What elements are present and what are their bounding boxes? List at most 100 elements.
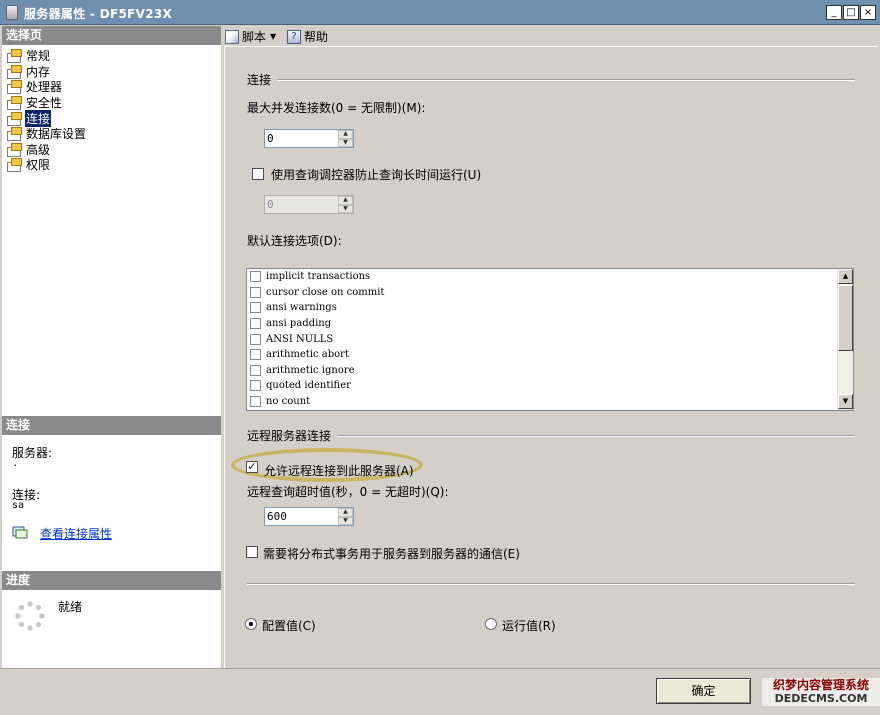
max-connections-value: 0 [267,132,274,145]
spin-down-icon[interactable]: ▼ [338,516,353,525]
allow-remote-label: 允许远程连接到此服务器(A) [264,464,414,478]
option-checkbox[interactable] [250,364,261,376]
spin-up-icon[interactable]: ▲ [338,130,353,139]
allow-remote-checkbox[interactable]: ✓ [246,461,258,473]
default-options-list[interactable]: implicit transactions cursor close on co… [246,268,854,411]
toolbar: 脚本 ▼ ? 帮助 [223,26,878,46]
server-properties-icon [6,5,18,20]
page-item-security[interactable]: 安全性 [6,95,221,111]
help-label: 帮助 [304,30,329,44]
dialog-footer: 确定 [0,668,880,715]
default-options-label: 默认连接选项(D): [247,234,342,248]
option-label: implicit transactions [266,271,371,283]
running-value-label: 运行值(R) [502,619,556,633]
page-item-connections[interactable]: 连接 [6,109,221,127]
maximize-button[interactable]: □ [843,5,859,20]
view-connection-properties-link[interactable]: 查看连接属性 [40,525,112,542]
window-title: 服务器属性 - DF5FV23X [24,7,173,21]
distributed-transactions-checkbox[interactable] [246,546,258,558]
page-item-label: 安全性 [26,96,63,111]
scroll-thumb[interactable] [838,285,853,351]
connection-header: 连接 [2,416,221,435]
spin-down-icon: ▼ [338,204,353,213]
ok-button[interactable]: 确定 [656,678,751,704]
query-governor-checkbox[interactable] [252,168,264,180]
option-checkbox[interactable] [250,396,261,408]
page-icon [6,96,22,111]
list-scrollbar[interactable]: ▲ ▼ [837,269,853,410]
option-label: ansi padding [266,318,332,330]
list-item[interactable]: no count [247,394,853,410]
list-item[interactable]: quoted identifier [247,378,853,394]
page-item-label: 内存 [26,64,51,79]
scroll-up-icon[interactable]: ▲ [838,269,853,284]
server-value: . [12,458,19,469]
watermark-line-2: DEDECMS.COM [774,692,868,705]
option-label: quoted identifier [266,380,351,392]
page-item-permissions[interactable]: 权限 [6,157,221,173]
page-item-label: 处理器 [26,80,63,95]
page-item-processors[interactable]: 处理器 [6,79,221,95]
section-divider [247,583,855,585]
page-item-general[interactable]: 常规 [6,48,221,64]
running-value-radio[interactable] [485,618,497,630]
option-checkbox[interactable] [250,271,261,283]
script-button[interactable]: 脚本 ▼ [225,28,276,45]
page-item-label: 常规 [26,49,51,64]
option-checkbox[interactable] [250,380,261,392]
connections-page: 连接 最大并发连接数(0 = 无限制)(M): 0 ▲ ▼ 使用查询调控器防止查… [224,46,878,668]
page-item-advanced[interactable]: 高级 [6,142,221,158]
connection-properties-icon [12,525,28,539]
page-item-memory[interactable]: 内存 [6,64,221,80]
progress-status: 就绪 [58,600,83,614]
spinner-arrows: ▲ ▼ [338,196,353,213]
left-panel: 选择页 常规 内存 处理器 安全性 连接 数据库设置 高级 权限 连接 服务器:… [2,26,221,668]
query-governor-label: 使用查询调控器防止查询长时间运行(U) [271,168,482,182]
title-bar: 服务器属性 - DF5FV23X _ □ × [0,0,880,25]
page-icon [6,80,22,95]
list-item[interactable]: cursor close on commit [247,285,853,301]
remote-group-title: 远程服务器连接 [247,429,332,443]
page-item-label: 数据库设置 [26,127,87,142]
progress-panel: 就绪 [2,590,221,668]
scroll-down-icon[interactable]: ▼ [838,394,853,409]
option-label: arithmetic abort [266,349,349,361]
chevron-down-icon[interactable]: ▼ [270,32,276,41]
list-item[interactable]: arithmetic ignore [247,363,853,379]
page-item-label: 权限 [26,158,51,173]
close-button[interactable]: × [860,5,876,20]
option-checkbox[interactable] [250,286,261,298]
help-button[interactable]: ? 帮助 [287,28,328,45]
page-icon [6,158,22,173]
list-item[interactable]: ansi warnings [247,300,853,316]
config-value-radio[interactable] [245,618,257,630]
page-icon [6,111,22,126]
list-item[interactable]: ansi padding [247,316,853,332]
option-label: arithmetic ignore [266,364,355,376]
help-icon: ? [287,29,301,44]
select-page-header: 选择页 [2,26,221,45]
option-label: no count [266,396,311,408]
remote-timeout-label: 远程查询超时值(秒，0 = 无超时)(Q): [247,485,449,499]
list-item[interactable]: implicit transactions [247,269,853,285]
minimize-button[interactable]: _ [826,5,842,20]
remote-timeout-spinner[interactable]: 600 ▲ ▼ [264,507,354,526]
option-label: ansi warnings [266,302,337,314]
option-checkbox[interactable] [250,349,261,361]
page-icon [6,64,22,79]
remote-timeout-value: 600 [267,510,287,523]
option-checkbox[interactable] [250,318,261,330]
query-governor-value: 0 [267,198,274,211]
option-checkbox[interactable] [250,333,261,345]
group-divider [277,79,855,81]
distributed-transactions-label: 需要将分布式事务用于服务器到服务器的通信(E) [263,547,520,561]
list-item[interactable]: ANSI NULLS [247,331,853,347]
spin-down-icon[interactable]: ▼ [338,138,353,147]
option-checkbox[interactable] [250,302,261,314]
page-item-label: 连接 [25,109,52,127]
spin-up-icon[interactable]: ▲ [338,508,353,517]
list-item[interactable]: arithmetic abort [247,347,853,363]
max-connections-spinner[interactable]: 0 ▲ ▼ [264,129,354,148]
connection-group-title: 连接 [247,73,272,87]
page-item-database-settings[interactable]: 数据库设置 [6,126,221,142]
